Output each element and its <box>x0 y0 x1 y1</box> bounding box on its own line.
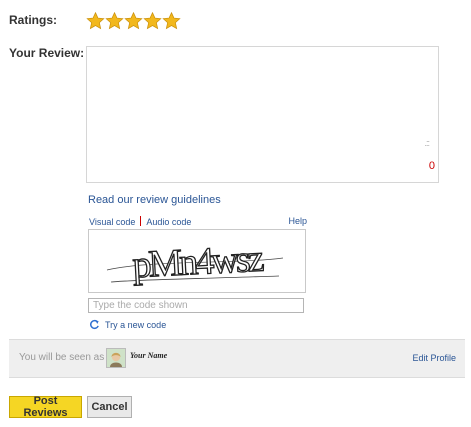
captcha-input[interactable] <box>88 298 304 313</box>
star-icon[interactable] <box>124 11 143 31</box>
resize-grip-icon[interactable]: .:: <box>424 138 429 148</box>
cancel-button[interactable]: Cancel <box>87 396 132 418</box>
ratings-label: Ratings: <box>9 13 57 27</box>
avatar <box>106 348 126 368</box>
tab-separator <box>140 216 142 226</box>
star-icon[interactable] <box>105 11 124 31</box>
seen-as-label: You will be seen as : <box>19 352 110 363</box>
edit-profile-link[interactable]: Edit Profile <box>412 353 456 363</box>
audio-code-tab[interactable]: Audio code <box>146 217 191 227</box>
captcha-tabs: Visual code Audio code Help <box>89 216 307 227</box>
star-icon[interactable] <box>162 11 181 31</box>
try-new-code-link[interactable]: Try a new code <box>105 320 166 330</box>
user-display-name: Your Name <box>130 351 168 360</box>
identity-bar: You will be seen as : Your Name Edit Pro… <box>9 339 465 378</box>
review-label: Your Review: <box>9 46 85 60</box>
post-reviews-button[interactable]: Post Reviews <box>9 395 82 419</box>
avatar-image <box>107 349 125 367</box>
captcha-image: pMn4wsz <box>88 229 306 293</box>
captcha-distorted-text: pMn4wsz <box>106 237 284 287</box>
star-icon[interactable] <box>143 11 162 31</box>
character-counter: 0 <box>428 160 435 172</box>
review-guidelines-link[interactable]: Read our review guidelines <box>88 194 221 206</box>
review-textarea[interactable]: .:: 0 <box>86 46 439 183</box>
visual-code-tab[interactable]: Visual code <box>89 217 135 227</box>
try-new-code[interactable]: Try a new code <box>89 319 166 330</box>
star-icon[interactable] <box>86 11 105 31</box>
captcha-code-text: pMn4wsz <box>131 238 264 287</box>
rating-stars[interactable] <box>86 11 181 31</box>
captcha-help-link[interactable]: Help <box>288 216 307 226</box>
refresh-icon <box>90 319 99 330</box>
